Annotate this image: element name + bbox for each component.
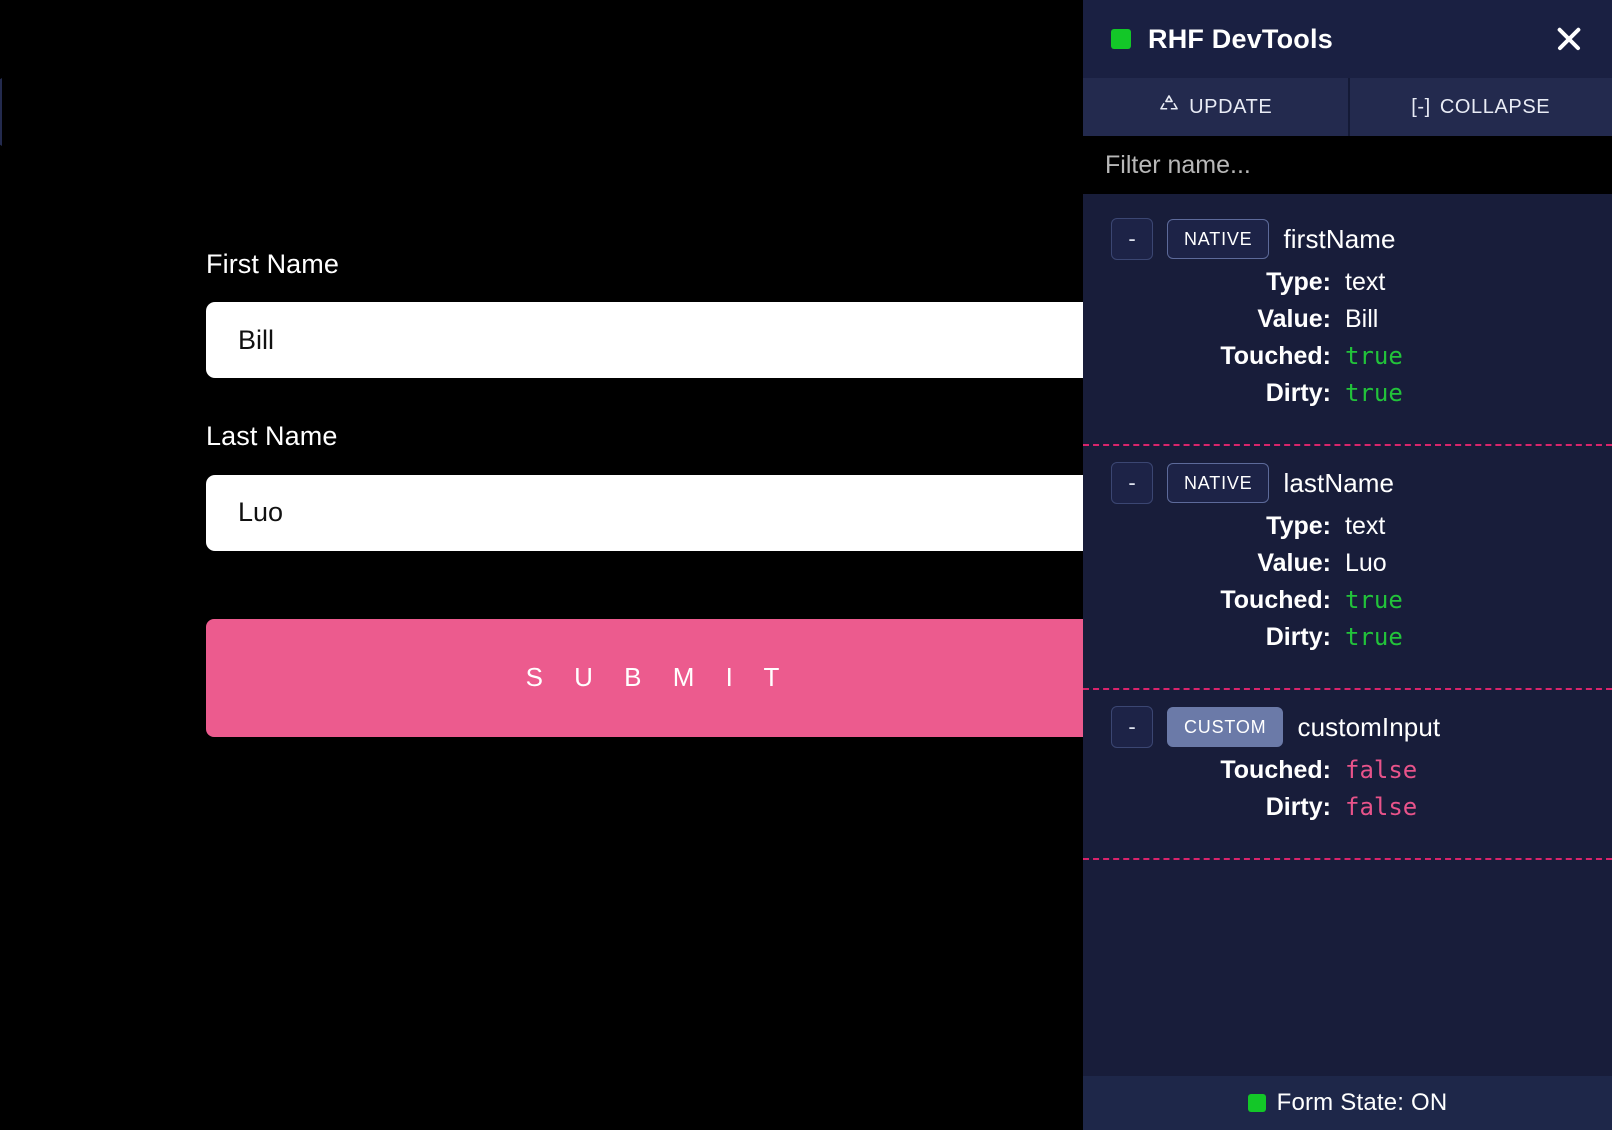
close-icon[interactable] bbox=[1552, 22, 1586, 56]
field-divider bbox=[1083, 858, 1612, 860]
status-dot-icon bbox=[1111, 29, 1131, 49]
devtools-footer: Form State: ON bbox=[1083, 1076, 1612, 1130]
row-value: true bbox=[1345, 623, 1403, 651]
tab-update[interactable]: UPDATE bbox=[1083, 78, 1348, 136]
row-value: Bill bbox=[1345, 305, 1379, 333]
field-header: - CUSTOM customInput bbox=[1111, 706, 1590, 748]
field-block: - NATIVE lastName Type: text Value: Luo … bbox=[1083, 446, 1612, 670]
row-value: false bbox=[1345, 793, 1418, 821]
filter-name-input[interactable] bbox=[1083, 136, 1612, 194]
field-spacer bbox=[206, 378, 1099, 420]
field-row-value: Value: Bill bbox=[1111, 305, 1590, 334]
field-row-dirty: Dirty: false bbox=[1111, 793, 1590, 822]
rhf-devtools-panel: RHF DevTools UPDATE [-] COLLAPSE Filter … bbox=[1083, 0, 1612, 1130]
field-row-type: Type: text bbox=[1111, 268, 1590, 297]
row-key: Value: bbox=[1257, 549, 1331, 577]
devtools-header: RHF DevTools bbox=[1083, 0, 1612, 78]
row-value: true bbox=[1345, 342, 1403, 370]
field-type-badge: NATIVE bbox=[1167, 219, 1270, 259]
field-row-touched: Touched: true bbox=[1111, 342, 1590, 371]
field-type-badge: CUSTOM bbox=[1167, 707, 1284, 747]
tab-collapse-label: COLLAPSE bbox=[1439, 95, 1551, 118]
field-collapse-button[interactable]: - bbox=[1111, 218, 1153, 260]
field-header: - NATIVE firstName bbox=[1111, 218, 1590, 260]
devtools-tabbar: UPDATE [-] COLLAPSE bbox=[1083, 78, 1612, 136]
field-collapse-button[interactable]: - bbox=[1111, 462, 1153, 504]
field-collapse-button[interactable]: - bbox=[1111, 706, 1153, 748]
field-block: - NATIVE firstName Type: text Value: Bil… bbox=[1083, 202, 1612, 426]
panel-drag-nub[interactable] bbox=[0, 78, 2, 146]
row-key: Value: bbox=[1257, 305, 1331, 333]
row-value: Luo bbox=[1345, 549, 1387, 577]
tab-collapse[interactable]: [-] COLLAPSE bbox=[1347, 78, 1612, 136]
row-value: false bbox=[1345, 756, 1418, 784]
last-name-input[interactable] bbox=[206, 474, 1099, 551]
field-row-value: Value: Luo bbox=[1111, 549, 1590, 578]
field-block: - CUSTOM customInput Touched: false Dirt… bbox=[1083, 690, 1612, 840]
last-name-label: Last Name bbox=[206, 421, 338, 452]
first-name-input[interactable] bbox=[206, 302, 1099, 379]
row-key: Touched: bbox=[1220, 342, 1331, 370]
app-root: First Name Last Name S U B M I T RHF Dev… bbox=[0, 0, 1612, 1130]
form-state-dot-icon bbox=[1247, 1094, 1266, 1112]
row-value: true bbox=[1345, 586, 1403, 614]
row-key: Type: bbox=[1266, 512, 1331, 540]
signup-form: First Name Last Name S U B M I T bbox=[206, 248, 1099, 737]
row-key: Dirty: bbox=[1265, 793, 1331, 821]
field-name: customInput bbox=[1297, 711, 1441, 742]
field-row-dirty: Dirty: true bbox=[1111, 623, 1590, 652]
first-name-label: First Name bbox=[206, 249, 340, 279]
row-key: Touched: bbox=[1220, 586, 1331, 614]
field-name: lastName bbox=[1283, 467, 1395, 498]
row-key: Touched: bbox=[1220, 756, 1331, 784]
field-type-badge: NATIVE bbox=[1167, 463, 1270, 503]
field-row-touched: Touched: true bbox=[1111, 586, 1590, 615]
bracket-minus-icon: [-] bbox=[1411, 95, 1431, 118]
devtools-field-list: - NATIVE firstName Type: text Value: Bil… bbox=[1083, 194, 1612, 1076]
row-value: true bbox=[1345, 379, 1403, 407]
row-value: text bbox=[1345, 512, 1386, 540]
field-row-dirty: Dirty: true bbox=[1111, 379, 1590, 408]
devtools-title: RHF DevTools bbox=[1148, 23, 1333, 54]
submit-button[interactable]: S U B M I T bbox=[206, 618, 1099, 737]
tab-update-label: UPDATE bbox=[1189, 95, 1273, 118]
recycle-icon bbox=[1158, 93, 1180, 121]
row-key: Dirty: bbox=[1265, 623, 1331, 651]
field-row-touched: Touched: false bbox=[1111, 756, 1590, 785]
field-row-type: Type: text bbox=[1111, 512, 1590, 541]
field-name: firstName bbox=[1283, 223, 1396, 254]
form-state-label: Form State: ON bbox=[1276, 1089, 1448, 1116]
row-value: text bbox=[1345, 268, 1386, 296]
field-header: - NATIVE lastName bbox=[1111, 462, 1590, 504]
row-key: Type: bbox=[1266, 268, 1331, 296]
row-key: Dirty: bbox=[1265, 379, 1331, 407]
